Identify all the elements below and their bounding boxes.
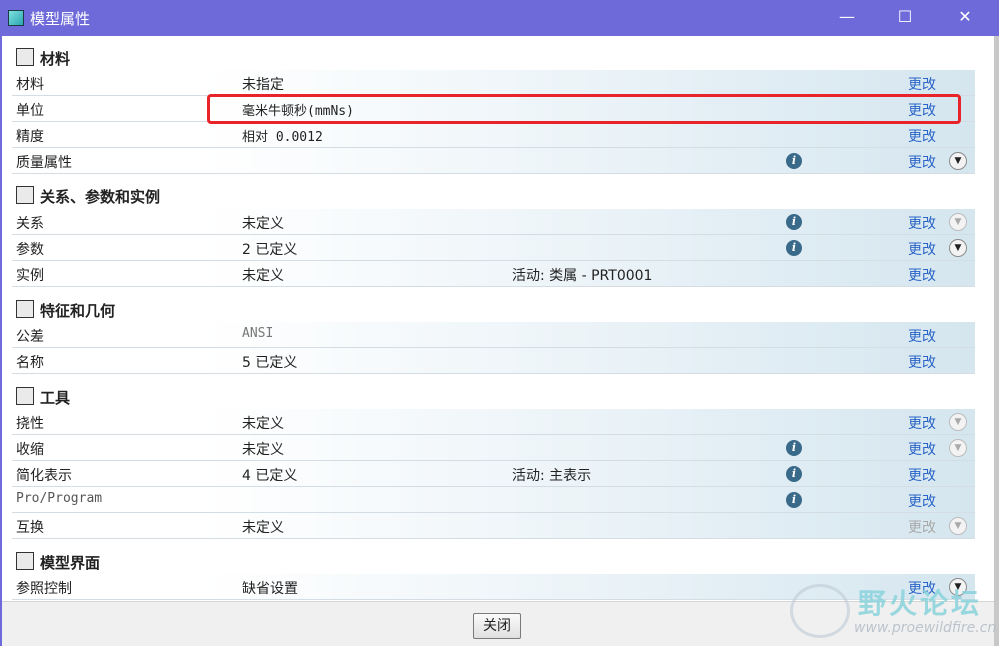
properties-panel: 材料 材料 未指定 更改 单位 毫米牛顿秒(mmNs) 更改 精度 相对 0.0… [2,36,994,601]
row-parameters: 参数 2 已定义 i 更改 ▼ [12,235,975,261]
row-value: 未定义 [242,442,284,458]
relations-icon [16,186,34,204]
change-link[interactable]: 更改 [908,413,936,433]
row-label: 关系 [16,216,44,232]
section-model-interfaces: 模型界面 [12,546,975,574]
row-value: 未指定 [242,77,284,93]
change-link[interactable]: 更改 [908,152,936,172]
row-pro-program: Pro/Program i 更改 [12,487,975,513]
tools-icon [16,387,34,405]
help-icon[interactable]: i [786,492,802,508]
help-icon[interactable]: i [786,153,802,169]
help-icon[interactable]: i [786,440,802,456]
row-label: 收缩 [16,442,44,458]
row-shrinkage: 收缩 未定义 i 更改 ▼ [12,435,975,461]
row-value: 4 已定义 [242,468,298,484]
forum-watermark: 野火论坛 www.proewildfire.cn [790,580,997,642]
expand-icon[interactable]: ▼ [949,152,967,170]
row-material: 材料 未指定 更改 [12,70,975,96]
section-title: 模型界面 [40,554,101,572]
change-link[interactable]: 更改 [908,74,936,94]
maximize-button[interactable]: ☐ [882,0,928,36]
change-link[interactable]: 更改 [908,126,936,146]
row-value: 2 已定义 [242,242,298,258]
row-label: 精度 [16,129,44,145]
expand-icon[interactable]: ▼ [949,413,967,431]
expand-icon[interactable]: ▼ [949,213,967,231]
section-title: 特征和几何 [40,302,116,320]
change-link[interactable]: 更改 [908,439,936,459]
row-interchange: 互换 未定义 更改 ▼ [12,513,975,539]
row-label: 挠性 [16,416,44,432]
model-properties-window: 模型属性 — ☐ ✕ 材料 材料 未指定 更改 单位 毫米牛顿秒(mmNs) 更… [0,0,999,646]
interfaces-icon [16,552,34,570]
row-relations: 关系 未定义 i 更改 ▼ [12,209,975,235]
row-mass-properties: 质量属性 i 更改 ▼ [12,148,975,174]
section-tools: 工具 [12,381,975,409]
section-relations: 关系、参数和实例 [12,180,975,208]
materials-icon [16,48,34,66]
scrollbar[interactable] [994,36,999,646]
minimize-button[interactable]: — [824,0,870,36]
help-icon[interactable]: i [786,466,802,482]
active-rep: 活动: 主表示 [512,468,592,484]
row-value: 相对 0.0012 [242,130,323,145]
row-simplified-reps: 简化表示 4 已定义 活动: 主表示 i 更改 [12,461,975,487]
row-tolerance: 公差 ANSI 更改 [12,322,975,348]
app-icon [8,10,24,26]
section-materials: 材料 [12,42,975,70]
expand-icon[interactable]: ▼ [949,239,967,257]
row-label: 公差 [16,329,44,345]
row-instances: 实例 未定义 活动: 类属 - PRT0001 更改 [12,261,975,287]
row-value: 未定义 [242,520,284,536]
forum-logo-icon [790,584,850,638]
watermark-title: 野火论坛 [858,587,983,620]
change-link[interactable]: 更改 [908,213,936,233]
row-label: 名称 [16,355,44,371]
change-link[interactable]: 更改 [908,517,936,537]
close-button[interactable]: 关闭 [473,613,521,639]
active-instance: 活动: 类属 - PRT0001 [512,268,653,284]
title-bar: 模型属性 — ☐ ✕ [0,0,999,36]
row-label: Pro/Program [16,491,103,506]
row-label: 材料 [16,77,44,93]
close-window-button[interactable]: ✕ [942,0,988,36]
row-value: 未定义 [242,268,284,284]
row-value: ANSI [242,326,274,341]
row-label: 单位 [16,103,44,119]
row-label: 简化表示 [16,468,72,484]
section-title: 材料 [40,50,71,68]
help-icon[interactable]: i [786,240,802,256]
row-value: 未定义 [242,216,284,232]
change-link[interactable]: 更改 [908,465,936,485]
row-value: 5 已定义 [242,355,298,371]
row-label: 参数 [16,242,44,258]
row-value: 缺省设置 [242,581,298,597]
row-label: 质量属性 [16,155,72,171]
help-icon[interactable]: i [786,214,802,230]
row-label: 实例 [16,268,44,284]
change-link[interactable]: 更改 [908,491,936,511]
row-accuracy: 精度 相对 0.0012 更改 [12,122,975,148]
section-title: 关系、参数和实例 [40,188,161,206]
section-title: 工具 [40,389,71,407]
row-label: 互换 [16,520,44,536]
window-title: 模型属性 [30,10,91,28]
row-flexibility: 挠性 未定义 更改 ▼ [12,409,975,435]
change-link[interactable]: 更改 [908,352,936,372]
change-link[interactable]: 更改 [908,326,936,346]
expand-icon[interactable]: ▼ [949,517,967,535]
row-names: 名称 5 已定义 更改 [12,348,975,374]
watermark-url: www.proewildfire.cn [854,620,997,636]
expand-icon[interactable]: ▼ [949,439,967,457]
row-value: 未定义 [242,416,284,432]
section-features: 特征和几何 [12,294,975,322]
features-icon [16,300,34,318]
change-link[interactable]: 更改 [908,265,936,285]
change-link[interactable]: 更改 [908,239,936,259]
units-highlight-box [207,94,961,124]
row-label: 参照控制 [16,581,72,597]
